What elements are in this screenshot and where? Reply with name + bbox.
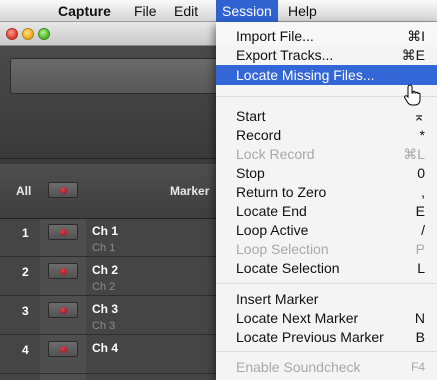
menu-item-label: Locate Next Marker bbox=[236, 310, 359, 326]
track-number: 2 bbox=[22, 265, 29, 279]
track-record-button[interactable] bbox=[48, 224, 78, 240]
menu-item-label: Stop bbox=[236, 165, 265, 181]
track-record-button[interactable] bbox=[48, 341, 78, 357]
track-number: 1 bbox=[22, 226, 29, 240]
all-label: All bbox=[16, 184, 32, 198]
shortcut-label: B bbox=[415, 329, 425, 345]
track-name: Ch 3 bbox=[92, 302, 119, 316]
menu-item-locate-end[interactable]: Locate End E bbox=[216, 202, 437, 221]
close-window-button[interactable] bbox=[6, 28, 18, 40]
menu-item-insert-marker[interactable]: Insert Marker bbox=[216, 290, 437, 309]
pointer-hand-icon bbox=[404, 84, 421, 106]
shortcut-label: P bbox=[415, 241, 425, 257]
menu-separator bbox=[216, 351, 437, 352]
menu-item-label: Locate Selection bbox=[236, 260, 340, 276]
shortcut-label: , bbox=[421, 184, 425, 200]
edit-menu[interactable]: Edit bbox=[168, 0, 204, 22]
menu-item-label: Locate Previous Marker bbox=[236, 329, 384, 345]
menu-item-record[interactable]: Record * bbox=[216, 126, 437, 145]
menu-item-stop[interactable]: Stop 0 bbox=[216, 164, 437, 183]
shortcut-label: 0 bbox=[417, 165, 425, 181]
shortcut-label: ⌘L bbox=[403, 146, 425, 162]
menu-item-import-file[interactable]: Import File... ⌘I bbox=[216, 27, 437, 46]
menu-item-label: Enable Soundcheck bbox=[236, 359, 361, 375]
shortcut-label: F4 bbox=[410, 360, 425, 374]
menu-item-label: Locate Missing Files... bbox=[236, 67, 375, 83]
menu-item-label: Export Tracks... bbox=[236, 47, 334, 63]
menu-item-label: Lock Record bbox=[236, 146, 315, 162]
menu-item-loop-active[interactable]: Loop Active / bbox=[216, 221, 437, 240]
minimize-window-button[interactable] bbox=[22, 28, 34, 40]
menu-item-lock-record: Lock Record ⌘L bbox=[216, 145, 437, 164]
shortcut-label: ⌘E bbox=[401, 47, 425, 63]
track-number: 4 bbox=[22, 343, 29, 357]
track-name: Ch 1 bbox=[92, 224, 119, 238]
session-menu[interactable]: Session bbox=[216, 0, 278, 22]
apple-menu-icon[interactable] bbox=[16, 0, 28, 22]
menu-item-label: Record bbox=[236, 127, 282, 143]
help-menu[interactable]: Help bbox=[282, 0, 323, 22]
menu-item-export-tracks[interactable]: Export Tracks... ⌘E bbox=[216, 46, 437, 65]
track-input-label: Ch 2 bbox=[92, 281, 116, 293]
menu-item-label: Return to Zero bbox=[236, 184, 327, 200]
menu-item-label: Loop Selection bbox=[236, 241, 329, 257]
track-record-button[interactable] bbox=[48, 263, 78, 279]
shortcut-label: E bbox=[415, 203, 425, 219]
menu-item-enable-soundcheck: Enable Soundcheck F4 bbox=[216, 358, 437, 377]
menu-bar: Capture File Edit Session Help bbox=[0, 0, 437, 22]
menu-item-locate-next-marker[interactable]: Locate Next Marker N bbox=[216, 309, 437, 328]
track-input-label: Ch 3 bbox=[92, 320, 116, 332]
shortcut-label: L bbox=[417, 260, 425, 276]
menu-item-loop-selection: Loop Selection P bbox=[216, 240, 437, 259]
menu-item-label: Locate End bbox=[236, 203, 307, 219]
menu-item-label: Import File... bbox=[236, 28, 314, 44]
zoom-window-button[interactable] bbox=[38, 28, 50, 40]
shortcut-label: ⌘I bbox=[407, 28, 425, 44]
track-name: Ch 2 bbox=[92, 263, 119, 277]
app-menu[interactable]: Capture bbox=[52, 0, 117, 22]
menu-item-locate-selection[interactable]: Locate Selection L bbox=[216, 259, 437, 278]
file-menu[interactable]: File bbox=[128, 0, 163, 22]
shortcut-label: ⌅ bbox=[413, 108, 425, 124]
menu-separator bbox=[216, 283, 437, 284]
menu-item-start[interactable]: Start ⌅ bbox=[216, 107, 437, 126]
menu-item-label: Start bbox=[236, 108, 266, 124]
menu-item-locate-missing-files[interactable]: Locate Missing Files... bbox=[216, 65, 437, 85]
menu-item-label: Insert Marker bbox=[236, 291, 319, 307]
track-input-label: Ch 1 bbox=[92, 242, 116, 254]
track-number: 3 bbox=[22, 304, 29, 318]
track-name: Ch 4 bbox=[92, 341, 119, 355]
menu-item-return-to-zero[interactable]: Return to Zero , bbox=[216, 183, 437, 202]
track-record-button[interactable] bbox=[48, 302, 78, 318]
menu-item-locate-previous-marker[interactable]: Locate Previous Marker B bbox=[216, 328, 437, 347]
record-all-button[interactable] bbox=[48, 182, 78, 198]
shortcut-label: * bbox=[419, 127, 425, 143]
shortcut-label: / bbox=[421, 222, 425, 238]
marker-column-header: Marker bbox=[170, 184, 210, 198]
session-dropdown-menu: Import File... ⌘I Export Tracks... ⌘E Lo… bbox=[216, 22, 437, 380]
shortcut-label: N bbox=[414, 310, 425, 326]
menu-item-label: Loop Active bbox=[236, 222, 309, 238]
